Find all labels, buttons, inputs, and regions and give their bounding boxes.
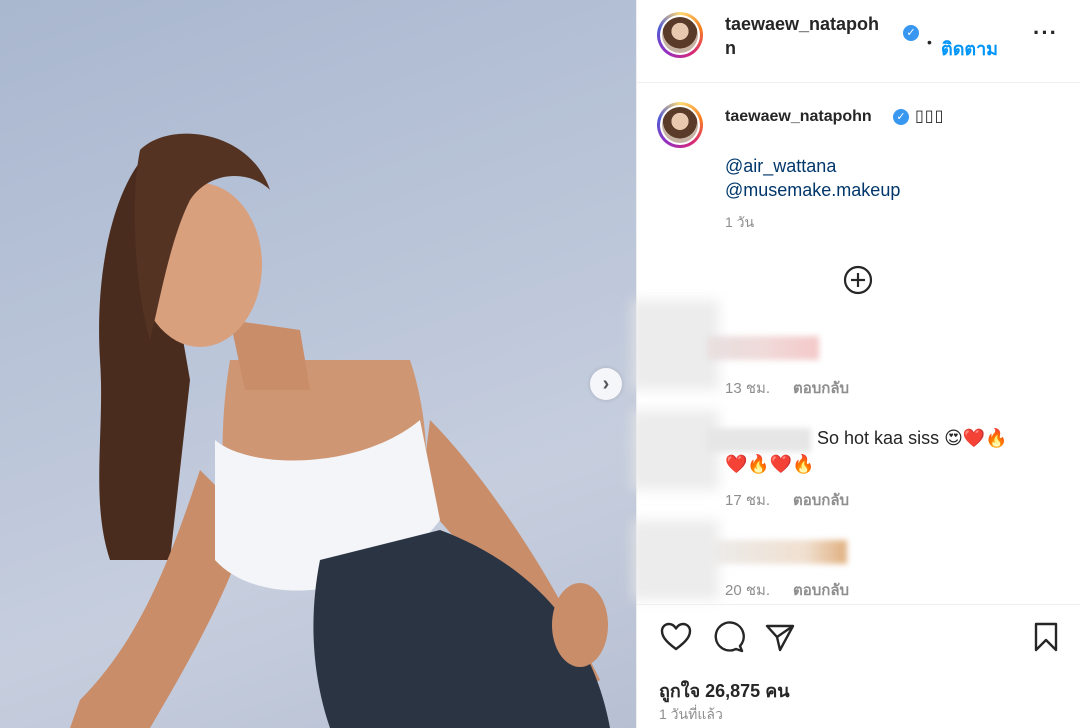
header-username[interactable]: taewaew_natapoh n [725, 12, 905, 60]
heart-icon[interactable] [659, 620, 693, 654]
comment-time: 13 ชม. [725, 380, 771, 397]
next-photo-button[interactable]: › [590, 368, 622, 400]
comment-time: 20 ชม. [725, 582, 771, 599]
author-avatar[interactable] [657, 12, 703, 58]
post-details-panel: taewaew_natapoh n ✓ • ติดตาม ··· taewaew… [631, 0, 1080, 728]
post-time: 1 วันที่แล้ว [659, 706, 723, 722]
mention-link[interactable]: @air_wattana [725, 156, 836, 177]
comment-text: So hot kaa siss 😍❤️🔥 [817, 428, 1008, 448]
verified-badge-icon: ✓ [903, 25, 919, 41]
blurred-commenter-avatar [631, 410, 719, 490]
follow-button[interactable]: ติดตาม [941, 34, 998, 63]
comment-icon[interactable] [711, 620, 745, 654]
likes-count[interactable]: ถูกใจ 26,875 คน [659, 676, 790, 705]
plus-circle-icon[interactable] [843, 265, 873, 295]
chevron-right-icon: › [602, 372, 610, 395]
blurred-commenter-name [707, 336, 819, 360]
caption-username[interactable]: taewaew_natapohn [725, 108, 872, 126]
blurred-commenter-name [707, 540, 847, 564]
comment-text-line2: ❤️🔥❤️🔥 [725, 454, 815, 474]
more-options-icon[interactable]: ··· [1033, 20, 1058, 46]
mention-link[interactable]: @musemake.makeup [725, 180, 900, 201]
bookmark-icon[interactable] [1029, 620, 1063, 654]
reply-button[interactable]: ตอบกลับ [793, 488, 849, 512]
divider [637, 604, 1080, 605]
caption-time: 1 วัน [725, 214, 755, 230]
woman-figure-image [70, 133, 610, 728]
blurred-commenter-name [707, 428, 811, 452]
post-photo: › [0, 0, 636, 728]
reply-button[interactable]: ตอบกลับ [793, 376, 849, 400]
blurred-commenter-avatar [631, 300, 719, 390]
caption-author-avatar[interactable] [657, 102, 703, 148]
reply-button[interactable]: ตอบกลับ [793, 578, 849, 602]
separator-dot: • [927, 34, 932, 50]
share-icon[interactable] [763, 620, 797, 654]
verified-badge-icon: ✓ [893, 109, 909, 125]
post-header: taewaew_natapoh n ✓ • ติดตาม ··· [637, 0, 1080, 83]
caption-text: ▯▯▯ [915, 108, 945, 125]
blurred-commenter-avatar [631, 520, 719, 600]
comment-time: 17 ชม. [725, 492, 771, 509]
